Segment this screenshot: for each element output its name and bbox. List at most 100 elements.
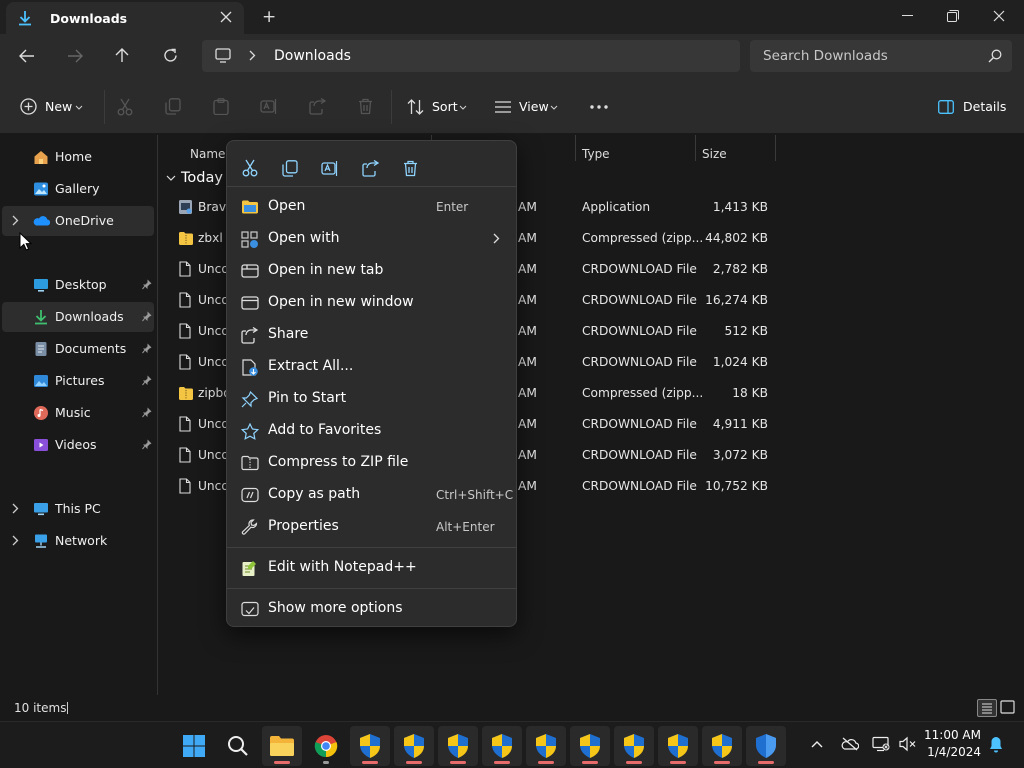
- taskbar-uac-window[interactable]: [702, 726, 742, 766]
- sidebar-item-videos[interactable]: Videos: [2, 430, 154, 460]
- menu-item-edit-notepad[interactable]: Edit with Notepad++: [231, 552, 512, 584]
- details-view-icon[interactable]: [977, 699, 997, 717]
- close-tab-icon[interactable]: [220, 11, 232, 23]
- start-button[interactable]: [174, 726, 214, 766]
- taskbar-uac-window[interactable]: [614, 726, 654, 766]
- sidebar-item-desktop[interactable]: Desktop: [2, 270, 154, 300]
- taskbar-uac-window[interactable]: [350, 726, 390, 766]
- chevron-right-icon[interactable]: [12, 215, 19, 226]
- search-taskbar-button[interactable]: [218, 726, 258, 766]
- taskbar-security-window[interactable]: [746, 726, 786, 766]
- address-path[interactable]: Downloads: [274, 48, 351, 64]
- details-button[interactable]: Details: [938, 98, 1008, 118]
- large-icons-view-icon[interactable]: [1000, 700, 1016, 715]
- pin-icon[interactable]: [142, 311, 152, 322]
- taskbar-uac-window[interactable]: [658, 726, 698, 766]
- chevron-right-icon[interactable]: [12, 535, 19, 546]
- sidebar-item-pictures[interactable]: Pictures: [2, 366, 154, 396]
- sort-button[interactable]: Sort: [407, 98, 469, 118]
- pin-icon[interactable]: [142, 375, 152, 386]
- downloads-icon: [18, 10, 32, 26]
- delete-icon[interactable]: [358, 98, 373, 115]
- share-button[interactable]: [354, 153, 386, 183]
- minimize-button[interactable]: [885, 0, 931, 32]
- menu-item-properties[interactable]: Properties Alt+Enter: [231, 511, 512, 543]
- search-box[interactable]: Search Downloads: [750, 40, 1012, 72]
- address-bar[interactable]: Downloads: [202, 40, 740, 72]
- network-tray-icon[interactable]: [872, 736, 890, 752]
- paste-icon[interactable]: [213, 98, 229, 115]
- sidebar-item-music[interactable]: Music: [2, 398, 154, 428]
- taskbar-file-explorer[interactable]: [262, 726, 302, 766]
- refresh-icon[interactable]: [163, 48, 178, 63]
- volume-muted-icon[interactable]: [899, 736, 916, 752]
- taskbar-chrome[interactable]: [306, 726, 346, 766]
- column-header-type[interactable]: Type: [582, 147, 610, 161]
- menu-item-extract-all[interactable]: Extract All...: [231, 351, 512, 383]
- more-icon[interactable]: [590, 105, 608, 109]
- sidebar-item-network[interactable]: Network: [2, 526, 154, 556]
- column-header-name[interactable]: Name: [190, 147, 225, 161]
- clock-date[interactable]: 1/4/2024: [927, 745, 981, 759]
- cut-icon[interactable]: [117, 98, 133, 116]
- onedrive-offline-icon[interactable]: [841, 737, 859, 751]
- search-icon[interactable]: [988, 49, 1002, 63]
- menu-item-open-new-window[interactable]: Open in new window: [231, 287, 512, 319]
- taskbar-uac-window[interactable]: [482, 726, 522, 766]
- show-hidden-icons-chevron-icon[interactable]: [811, 740, 823, 748]
- up-icon[interactable]: [115, 47, 129, 63]
- sidebar-item-label: Videos: [55, 437, 97, 452]
- sidebar-item-gallery[interactable]: Gallery: [2, 174, 154, 204]
- share-icon[interactable]: [309, 98, 326, 115]
- rename-button[interactable]: [314, 153, 346, 183]
- computer-icon: [215, 48, 231, 63]
- pin-icon[interactable]: [142, 407, 152, 418]
- taskbar-uac-window[interactable]: [570, 726, 610, 766]
- restore-button[interactable]: [930, 0, 976, 32]
- copy-button[interactable]: [274, 153, 306, 183]
- delete-button[interactable]: [394, 153, 426, 183]
- clock-time[interactable]: 11:00 AM: [924, 728, 981, 742]
- new-button[interactable]: New: [20, 98, 84, 118]
- cut-button[interactable]: [234, 153, 266, 183]
- column-separator[interactable]: [695, 135, 696, 161]
- forward-icon[interactable]: [67, 49, 83, 63]
- view-button[interactable]: View: [495, 98, 559, 118]
- back-icon[interactable]: [19, 49, 35, 63]
- taskbar-uac-window[interactable]: [526, 726, 566, 766]
- pin-icon[interactable]: [142, 279, 152, 290]
- column-separator[interactable]: [775, 135, 776, 161]
- menu-item-show-more-options[interactable]: Show more options: [231, 593, 512, 625]
- column-separator[interactable]: [575, 135, 576, 161]
- close-window-button[interactable]: [976, 0, 1022, 32]
- menu-item-share[interactable]: Share: [231, 319, 512, 351]
- notification-bell-icon[interactable]: [988, 736, 1004, 753]
- menu-item-pin-to-start[interactable]: Pin to Start: [231, 383, 512, 415]
- menu-item-add-to-favorites[interactable]: Add to Favorites: [231, 415, 512, 447]
- new-tab-button[interactable]: +: [262, 7, 276, 27]
- file-size: 512 KB: [724, 324, 769, 338]
- menu-item-open[interactable]: Open Enter: [231, 191, 512, 223]
- taskbar-uac-window[interactable]: [438, 726, 478, 766]
- menu-item-copy-as-path[interactable]: Copy as path Ctrl+Shift+C: [231, 479, 513, 511]
- copy-icon[interactable]: [165, 98, 181, 115]
- chevron-right-icon[interactable]: [249, 50, 256, 61]
- chevron-right-icon[interactable]: [12, 503, 19, 514]
- sidebar-item-this-pc[interactable]: This PC: [2, 494, 154, 524]
- pin-icon[interactable]: [142, 343, 152, 354]
- tab-downloads[interactable]: Downloads: [6, 2, 244, 34]
- sidebar-item-downloads[interactable]: Downloads: [2, 302, 154, 332]
- file-icon: [179, 323, 191, 339]
- search-placeholder[interactable]: Search Downloads: [763, 48, 888, 64]
- pin-icon[interactable]: [142, 439, 152, 450]
- taskbar-uac-window[interactable]: [394, 726, 434, 766]
- sidebar-item-documents[interactable]: Documents: [2, 334, 154, 364]
- column-header-size[interactable]: Size: [702, 147, 727, 161]
- sidebar-item-home[interactable]: Home: [2, 142, 154, 172]
- menu-item-compress-zip[interactable]: Compress to ZIP file: [231, 447, 512, 479]
- menu-item-open-with[interactable]: Open with: [231, 223, 512, 255]
- file-size: 2,782 KB: [712, 262, 768, 276]
- menu-item-open-new-tab[interactable]: Open in new tab: [231, 255, 512, 287]
- windows-logo-icon: [182, 734, 206, 758]
- rename-icon[interactable]: [260, 98, 278, 115]
